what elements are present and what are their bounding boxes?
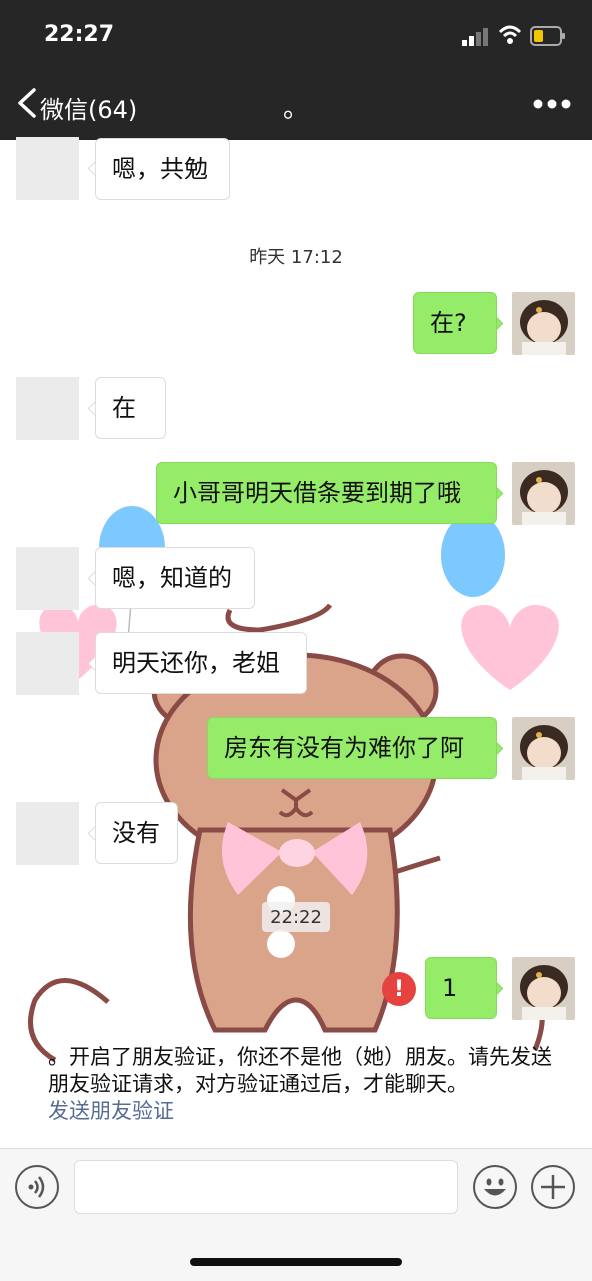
avatar[interactable]	[16, 377, 79, 440]
message-input[interactable]	[74, 1160, 458, 1214]
message-bubble-outgoing[interactable]: 1	[425, 957, 497, 1019]
battery-icon	[530, 26, 565, 46]
status-time: 22:27	[44, 22, 115, 47]
baby-photo	[512, 462, 575, 525]
avatar[interactable]	[512, 957, 575, 1020]
wifi-icon	[498, 25, 522, 44]
timestamp: 昨天 17:12	[249, 247, 343, 268]
message-bubble-incoming[interactable]: 嗯，共勉	[95, 138, 230, 200]
chevron-left-icon[interactable]	[14, 86, 40, 120]
system-notice: 。开启了朋友验证，你还不是他（她）朋友。请先发送朋友验证请求，对方验证通过后，才…	[48, 1045, 552, 1096]
message-bubble-incoming[interactable]: 明天还你，老姐	[95, 632, 307, 694]
avatar[interactable]	[512, 462, 575, 525]
avatar[interactable]	[16, 802, 79, 865]
send-verification-link[interactable]: 发送朋友验证	[48, 1098, 174, 1125]
avatar[interactable]	[16, 547, 79, 610]
baby-photo	[512, 957, 575, 1020]
baby-photo	[512, 292, 575, 355]
error-icon[interactable]: !	[382, 972, 416, 1006]
cell-signal-icon	[462, 28, 488, 46]
plus-icon[interactable]	[530, 1164, 576, 1210]
avatar[interactable]	[16, 137, 79, 200]
avatar[interactable]	[16, 632, 79, 695]
message-bubble-incoming[interactable]: 嗯，知道的	[95, 547, 255, 609]
avatar[interactable]	[512, 717, 575, 780]
message-bubble-outgoing[interactable]: 在?	[413, 292, 497, 354]
emoji-icon[interactable]	[472, 1164, 518, 1210]
timestamp: 22:22	[262, 902, 330, 932]
home-indicator	[190, 1258, 402, 1266]
message-bubble-outgoing[interactable]: 房东有没有为难你了阿	[207, 717, 497, 779]
voice-icon[interactable]	[14, 1164, 60, 1210]
back-button[interactable]: 微信(64)	[40, 90, 137, 125]
more-dots-icon[interactable]	[530, 92, 574, 116]
message-bubble-incoming[interactable]: 没有	[95, 802, 178, 864]
message-bubble-incoming[interactable]: 在	[95, 377, 166, 439]
baby-photo	[512, 717, 575, 780]
message-bubble-outgoing[interactable]: 小哥哥明天借条要到期了哦	[156, 462, 497, 524]
avatar[interactable]	[512, 292, 575, 355]
